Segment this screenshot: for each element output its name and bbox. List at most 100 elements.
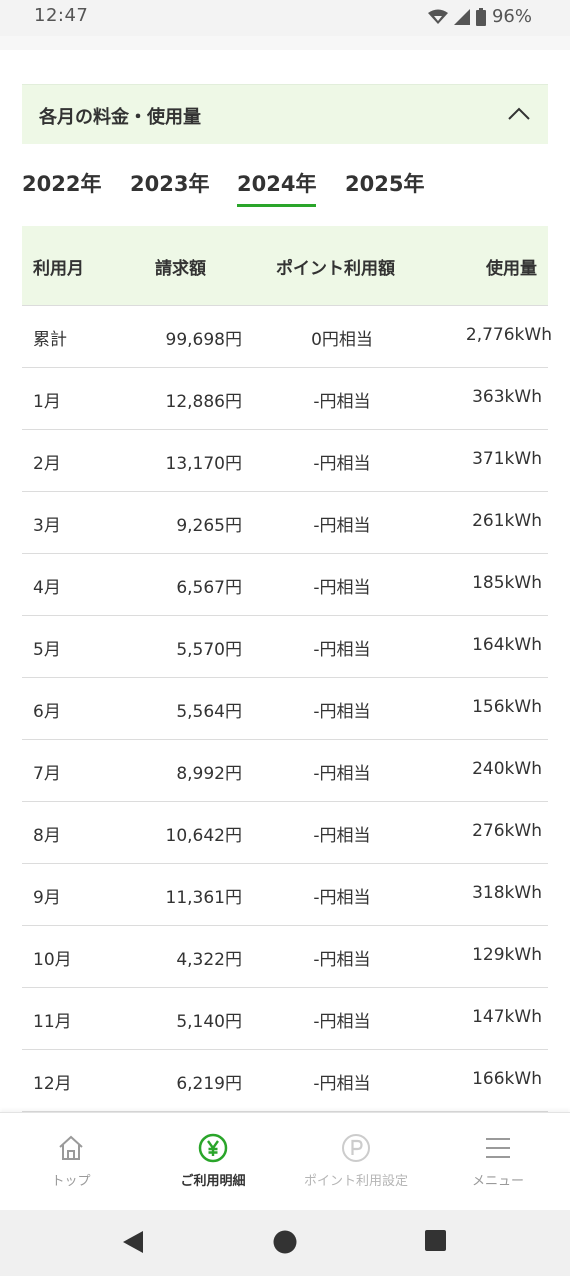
system-nav-bar — [0, 1210, 570, 1276]
chevron-up-icon[interactable] — [508, 105, 530, 124]
cell-month: 9月 — [33, 888, 61, 908]
nav-label: メニュー — [471, 1174, 524, 1189]
back-icon[interactable] — [122, 1230, 144, 1258]
cell-points: -円相当 — [313, 1074, 371, 1094]
cell-points: -円相当 — [313, 764, 371, 784]
nav-menu[interactable]: メニュー — [427, 1133, 569, 1189]
table-row: 9月 11,361円 -円相当 318kWh — [22, 864, 548, 926]
point-icon — [285, 1133, 427, 1165]
table-row: 12月 6,219円 -円相当 166kWh — [22, 1050, 548, 1112]
cell-month: 7月 — [33, 764, 61, 784]
cell-month: 4月 — [33, 578, 61, 598]
cell-usage: 129kWh — [472, 945, 542, 965]
cell-usage: 147kWh — [472, 1007, 542, 1027]
cell-bill: 9,265円 — [176, 516, 242, 536]
tab-2025[interactable]: 2025年 — [345, 168, 424, 204]
cell-usage: 318kWh — [472, 883, 542, 903]
cell-points: -円相当 — [313, 454, 371, 474]
cell-usage: 261kWh — [472, 511, 542, 531]
cell-month: 3月 — [33, 516, 61, 536]
monthly-section-header[interactable]: 各月の料金・使用量 — [22, 84, 548, 144]
cell-bill: 6,567円 — [176, 578, 242, 598]
status-icons: 96% — [427, 6, 532, 27]
cell-points: 0円相当 — [311, 330, 373, 350]
cell-bill: 8,992円 — [176, 764, 242, 784]
tab-2022[interactable]: 2022年 — [22, 168, 101, 204]
cell-points: -円相当 — [313, 702, 371, 722]
table-row: 2月 13,170円 -円相当 371kWh — [22, 430, 548, 492]
cell-month: 8月 — [33, 826, 61, 846]
cell-usage: 156kWh — [472, 697, 542, 717]
cell-month: 1月 — [33, 392, 61, 412]
cell-points: -円相当 — [313, 950, 371, 970]
wifi-icon — [427, 9, 448, 25]
cell-points: -円相当 — [313, 392, 371, 412]
header-month: 利用月 — [33, 259, 84, 279]
table-row: 累計 99,698円 0円相当 2,776kWh — [22, 306, 552, 368]
table-row: 8月 10,642円 -円相当 276kWh — [22, 802, 548, 864]
status-bar: 12:47 96% — [0, 0, 570, 36]
cell-usage: 166kWh — [472, 1069, 542, 1089]
cell-bill: 10,642円 — [165, 826, 242, 846]
recents-icon[interactable] — [425, 1230, 446, 1255]
cell-bill: 12,886円 — [165, 392, 242, 412]
battery-icon — [475, 7, 486, 26]
table-header: 利用月 請求額 ポイント利用額 使用量 — [22, 226, 548, 306]
cell-month: 6月 — [33, 702, 61, 722]
cell-month: 5月 — [33, 640, 61, 660]
cell-month: 累計 — [33, 330, 67, 350]
cell-bill: 11,361円 — [165, 888, 242, 908]
cell-usage: 363kWh — [472, 387, 542, 407]
cell-usage: 276kWh — [472, 821, 542, 841]
table-row: 10月 4,322円 -円相当 129kWh — [22, 926, 548, 988]
nav-usage-details[interactable]: ご利用明細 — [142, 1133, 284, 1189]
cell-month: 12月 — [33, 1074, 72, 1094]
table-row: 3月 9,265円 -円相当 261kWh — [22, 492, 548, 554]
status-time: 12:47 — [34, 5, 89, 26]
home-circle-icon[interactable] — [273, 1230, 297, 1258]
cell-bill: 5,564円 — [176, 702, 242, 722]
nav-top[interactable]: トップ — [0, 1133, 142, 1189]
cell-bill: 99,698円 — [165, 330, 242, 350]
tab-2024[interactable]: 2024年 — [237, 168, 317, 207]
cell-bill: 6,219円 — [176, 1074, 242, 1094]
table-body: 累計 99,698円 0円相当 2,776kWh 1月 12,886円 -円相当… — [22, 306, 552, 1112]
cell-points: -円相当 — [313, 578, 371, 598]
nav-label: ポイント利用設定 — [303, 1174, 408, 1189]
cell-bill: 13,170円 — [165, 454, 242, 474]
table-row: 7月 8,992円 -円相当 240kWh — [22, 740, 548, 802]
cell-month: 10月 — [33, 950, 72, 970]
home-icon — [0, 1133, 142, 1165]
section-title: 各月の料金・使用量 — [39, 107, 201, 128]
top-strip — [0, 36, 570, 50]
cell-month: 11月 — [33, 1012, 72, 1032]
cell-usage: 164kWh — [472, 635, 542, 655]
yen-icon — [142, 1133, 284, 1165]
cell-month: 2月 — [33, 454, 61, 474]
cell-points: -円相当 — [313, 516, 371, 536]
table-row: 6月 5,564円 -円相当 156kWh — [22, 678, 548, 740]
nav-point-settings[interactable]: ポイント利用設定 — [285, 1133, 427, 1189]
cell-usage: 371kWh — [472, 449, 542, 469]
table-row: 1月 12,886円 -円相当 363kWh — [22, 368, 548, 430]
header-usage: 使用量 — [486, 259, 537, 279]
tab-2023[interactable]: 2023年 — [130, 168, 209, 204]
header-points: ポイント利用額 — [276, 259, 395, 279]
table-row: 11月 5,140円 -円相当 147kWh — [22, 988, 548, 1050]
cell-points: -円相当 — [313, 888, 371, 908]
cell-bill: 5,570円 — [176, 640, 242, 660]
header-bill: 請求額 — [155, 259, 206, 279]
nav-label: ご利用明細 — [180, 1174, 246, 1189]
cell-points: -円相当 — [313, 1012, 371, 1032]
bottom-nav: トップ ご利用明細 ポイント利用設定 メニュー — [0, 1112, 570, 1211]
cell-bill: 5,140円 — [176, 1012, 242, 1032]
table-row: 5月 5,570円 -円相当 164kWh — [22, 616, 548, 678]
cell-points: -円相当 — [313, 640, 371, 660]
cell-points: -円相当 — [313, 826, 371, 846]
cell-bill: 4,322円 — [176, 950, 242, 970]
signal-icon — [453, 8, 470, 25]
menu-icon — [427, 1133, 569, 1165]
battery-level: 96% — [491, 6, 532, 27]
nav-label: トップ — [51, 1174, 91, 1189]
cell-usage: 2,776kWh — [465, 325, 552, 345]
